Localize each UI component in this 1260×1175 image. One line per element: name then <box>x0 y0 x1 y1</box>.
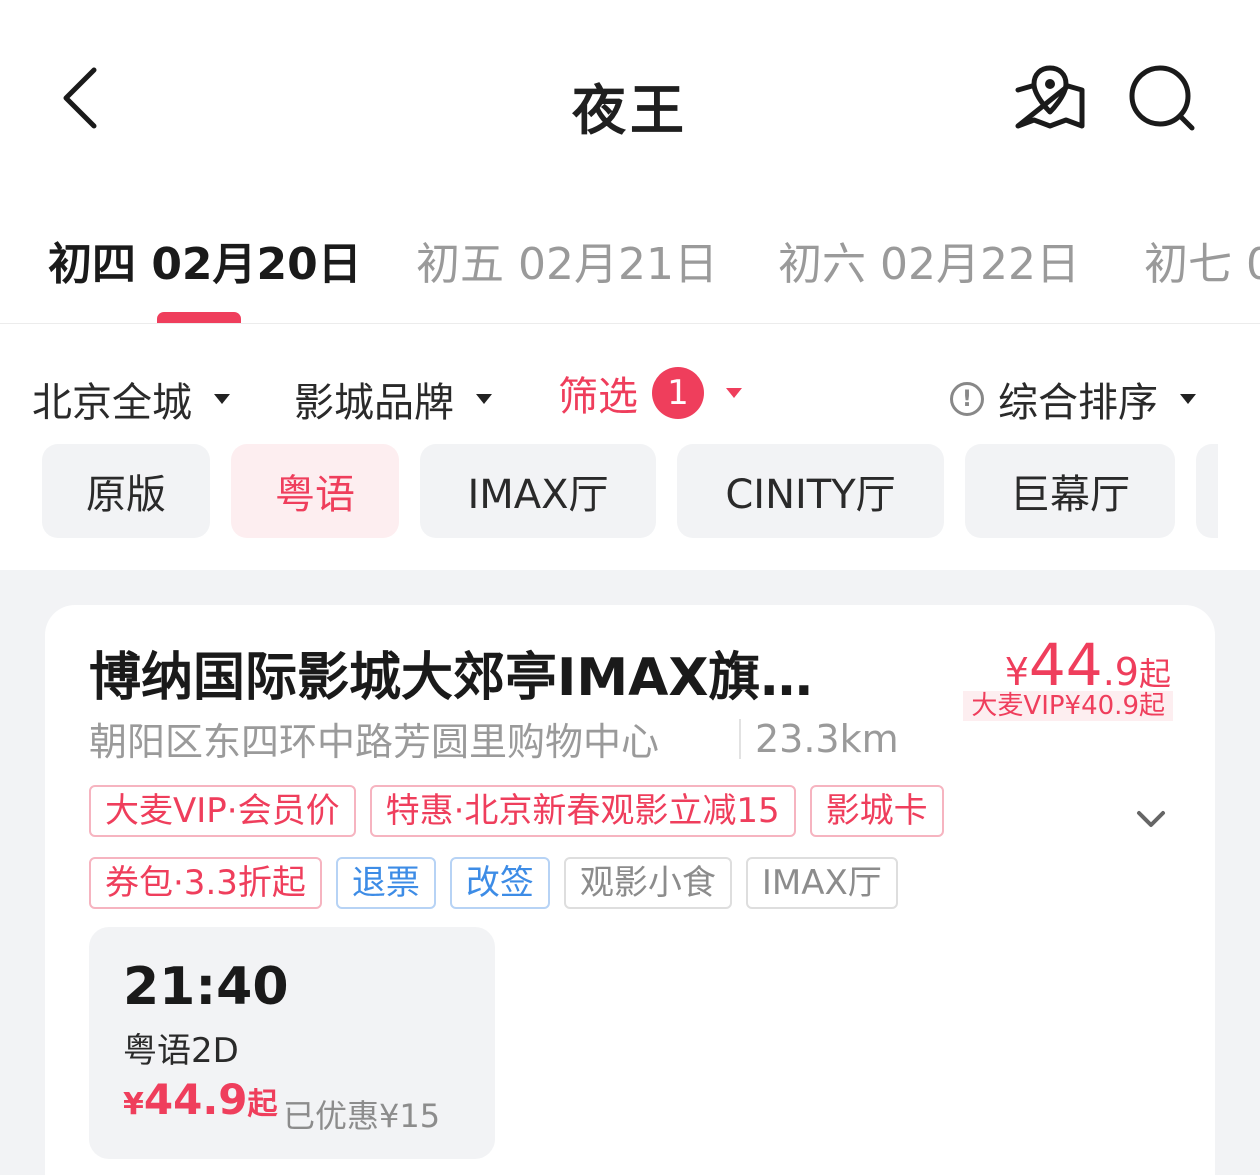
caret-down-icon <box>476 394 492 404</box>
tags-row-2: 券包·3.3折起 退票 改签 观影小食 IMAX厅 <box>89 857 898 909</box>
date-tab-feb21[interactable]: 初五 02月21日 <box>416 228 718 292</box>
tags-row-1: 大麦VIP·会员价 特惠·北京新春观影立减15 影城卡 <box>89 785 944 837</box>
caret-down-icon <box>726 388 742 398</box>
sort-filter[interactable]: ! 综合排序 <box>950 370 1196 428</box>
tag-cinema-card[interactable]: 影城卡 <box>809 785 944 837</box>
header: 夜王 <box>0 0 1260 200</box>
price-integer: 44 <box>1028 631 1103 699</box>
showtime-discount: 已优惠¥15 <box>283 1097 441 1135</box>
city-filter[interactable]: 北京全城 <box>32 370 230 428</box>
price-currency: ¥ <box>1004 650 1029 694</box>
cinema-distance: 23.3km <box>755 716 899 761</box>
brand-filter-label: 影城品牌 <box>294 380 454 426</box>
caret-down-icon <box>1180 394 1196 404</box>
vip-price: 大麦VIP¥40.9起 <box>963 691 1173 721</box>
divider <box>739 718 741 759</box>
tag-spring-discount[interactable]: 特惠·北京新春观影立减15 <box>369 785 796 837</box>
info-icon: ! <box>950 382 984 416</box>
tag-coupon-pack[interactable]: 券包·3.3折起 <box>89 857 322 909</box>
date-tab-feb22[interactable]: 初六 02月22日 <box>778 228 1080 292</box>
chip-giant-screen[interactable]: 巨幕厅 <box>965 444 1175 538</box>
chip-cantonese[interactable]: 粤语 <box>231 444 399 538</box>
cinema-price: ¥44.9起 <box>1005 631 1171 699</box>
tag-vip-member-price[interactable]: 大麦VIP·会员价 <box>89 785 356 837</box>
date-tab-feb20[interactable]: 初四 02月20日 <box>48 228 362 292</box>
showtime-card[interactable]: 21:40 粤语2D ¥44.9起 已优惠¥15 <box>89 927 495 1159</box>
cinema-address-row: 朝阳区东四环中路芳圆里购物中心 23.3km <box>89 711 899 766</box>
tag-snacks[interactable]: 观影小食 <box>563 857 732 909</box>
chip-imax[interactable]: IMAX厅 <box>420 444 656 538</box>
showtime-time: 21:40 <box>123 957 289 1017</box>
quick-filter-chips: 原版 粤语 IMAX厅 CINITY厅 巨幕厅 <box>0 444 1218 538</box>
active-tab-indicator <box>157 312 241 323</box>
cinema-card[interactable]: 博纳国际影城大郊亭IMAX旗舰店 ¥44.9起 大麦VIP¥40.9起 朝阳区东… <box>45 605 1215 1175</box>
date-tabs: 初四 02月20日 初五 02月21日 初六 02月22日 初七 02月23日 <box>0 200 1260 324</box>
cinema-list: 博纳国际影城大郊亭IMAX旗舰店 ¥44.9起 大麦VIP¥40.9起 朝阳区东… <box>0 570 1260 1175</box>
price-decimal: .9 <box>1102 650 1139 694</box>
screen-filter[interactable]: 筛选 1 <box>558 364 742 422</box>
caret-down-icon <box>214 394 230 404</box>
cinema-name: 博纳国际影城大郊亭IMAX旗舰店 <box>89 648 849 708</box>
showtime-price-suffix: 起 <box>247 1087 278 1122</box>
showtime-price-value: 44.9 <box>143 1075 248 1124</box>
chip-original[interactable]: 原版 <box>42 444 210 538</box>
filter-bar: 北京全城 影城品牌 筛选 1 ! 综合排序 <box>0 340 1260 444</box>
map-location-icon[interactable] <box>1010 60 1090 136</box>
chip-cinity[interactable]: CINITY厅 <box>677 444 944 538</box>
screen-filter-label: 筛选 <box>558 374 638 420</box>
showtime-price-currency: ¥ <box>123 1087 144 1122</box>
filter-count-badge: 1 <box>652 367 704 419</box>
tag-imax-hall[interactable]: IMAX厅 <box>745 857 898 909</box>
city-filter-label: 北京全城 <box>32 380 192 426</box>
cinema-address: 朝阳区东四环中路芳圆里购物中心 <box>89 720 660 764</box>
chevron-down-icon[interactable] <box>1131 805 1171 835</box>
tag-change[interactable]: 改签 <box>449 857 550 909</box>
search-icon[interactable] <box>1122 60 1202 136</box>
showtime-format: 粤语2D <box>123 1031 239 1071</box>
chip-more[interactable] <box>1196 444 1218 538</box>
brand-filter[interactable]: 影城品牌 <box>294 370 492 428</box>
tag-refund[interactable]: 退票 <box>335 857 436 909</box>
price-suffix: 起 <box>1138 655 1171 693</box>
showtime-price: ¥44.9起 <box>123 1075 278 1124</box>
date-tab-feb23[interactable]: 初七 02月23日 <box>1144 228 1260 292</box>
sort-filter-label: 综合排序 <box>998 380 1158 426</box>
